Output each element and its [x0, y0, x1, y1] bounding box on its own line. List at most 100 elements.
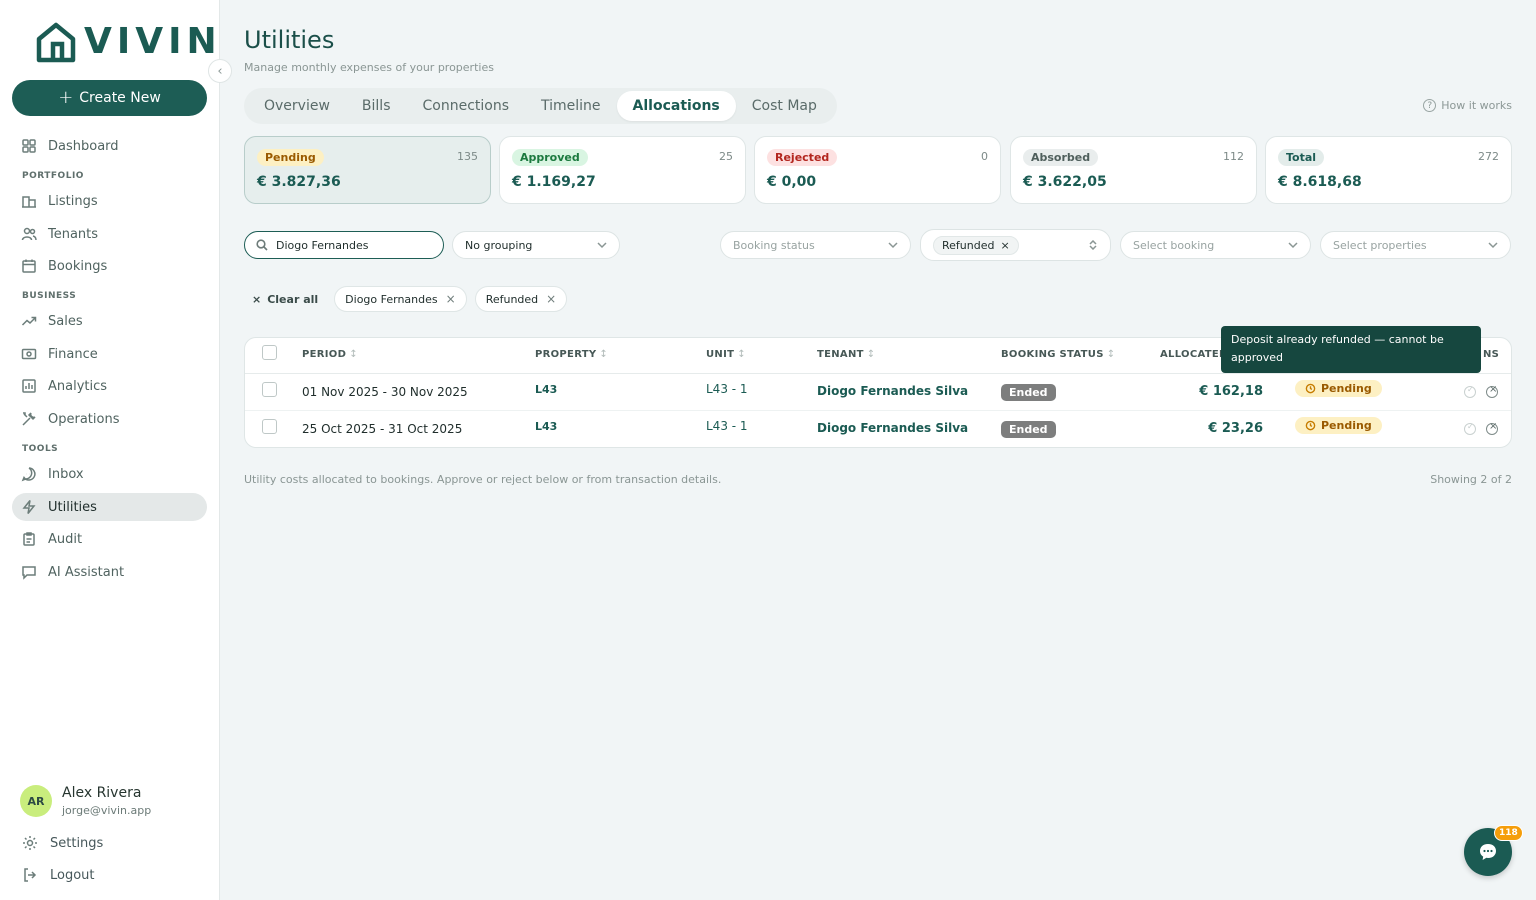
- sidebar-item-audit[interactable]: Audit: [12, 525, 207, 553]
- chat-icon: [1480, 844, 1496, 860]
- stat-card-absorbed[interactable]: Absorbed 112 € 3.622,05: [1010, 136, 1257, 204]
- stat-count: 0: [981, 150, 988, 163]
- table-footer-note: Utility costs allocated to bookings. App…: [244, 473, 722, 486]
- search-box[interactable]: [244, 231, 444, 259]
- stat-amount: € 3.622,05: [1023, 174, 1107, 190]
- calendar-icon: [22, 259, 36, 273]
- brand-name: VIVIN: [84, 21, 222, 62]
- column-unit[interactable]: UNIT ↕: [706, 349, 746, 360]
- table-row[interactable]: 01 Nov 2025 - 30 Nov 2025 L43 L43 - 1 Di…: [245, 374, 1511, 411]
- user-name: Alex Rivera: [62, 785, 142, 801]
- column-label: BOOKING STATUS: [1001, 349, 1104, 360]
- approve-icon[interactable]: [1464, 422, 1476, 435]
- settings-link[interactable]: Settings: [22, 835, 103, 851]
- sidebar-item-label: Operations: [48, 411, 120, 427]
- booking-status-select[interactable]: Booking status: [720, 231, 911, 259]
- row-checkbox[interactable]: [262, 382, 277, 397]
- user-email: jorge@vivin.app: [62, 804, 152, 817]
- sidebar-item-ai-assistant[interactable]: AI Assistant: [12, 558, 207, 586]
- tab-overview[interactable]: Overview: [248, 91, 346, 121]
- search-input[interactable]: [276, 238, 436, 252]
- collapse-sidebar-button[interactable]: ‹: [208, 59, 232, 83]
- chevron-left-icon: ‹: [217, 63, 223, 79]
- reject-icon[interactable]: [1486, 421, 1498, 435]
- sidebar-item-inbox[interactable]: Inbox: [12, 460, 207, 488]
- message-circle-icon: [21, 467, 36, 482]
- properties-select[interactable]: Select properties: [1320, 231, 1511, 259]
- tenant-link[interactable]: Diogo Fernandes Silva: [817, 384, 968, 398]
- clear-all-button[interactable]: × Clear all: [244, 293, 326, 306]
- close-icon[interactable]: ×: [446, 292, 456, 306]
- property-link[interactable]: L43: [535, 383, 557, 396]
- stat-amount: € 0,00: [767, 174, 817, 190]
- zap-icon: [22, 500, 36, 514]
- stat-card-pending[interactable]: Pending 135 € 3.827,36: [244, 136, 491, 204]
- sidebar-item-operations[interactable]: Operations: [12, 405, 207, 433]
- period-cell: 01 Nov 2025 - 30 Nov 2025: [302, 385, 468, 399]
- sidebar-item-label: Audit: [48, 531, 83, 547]
- how-it-works-link[interactable]: ? How it works: [1423, 99, 1512, 112]
- stat-card-rejected[interactable]: Rejected 0 € 0,00: [754, 136, 1001, 204]
- row-checkbox[interactable]: [262, 419, 277, 434]
- booking-select[interactable]: Select booking: [1120, 231, 1311, 259]
- sidebar-item-utilities[interactable]: Utilities: [12, 493, 207, 521]
- banknote-icon: [21, 348, 37, 360]
- property-link[interactable]: L43: [535, 420, 557, 433]
- sidebar-item-sales[interactable]: Sales: [12, 307, 207, 335]
- trending-up-icon: [21, 316, 37, 326]
- status-badge: Total: [1278, 149, 1325, 166]
- table-row[interactable]: 25 Oct 2025 - 31 Oct 2025 L43 L43 - 1 Di…: [245, 411, 1511, 447]
- tab-cost-map[interactable]: Cost Map: [736, 91, 833, 121]
- column-label: TENANT: [817, 349, 864, 360]
- grouping-select[interactable]: No grouping: [452, 231, 620, 259]
- tenant-link[interactable]: Diogo Fernandes Silva: [817, 421, 968, 435]
- tools-icon: [22, 412, 36, 426]
- tooltip: Deposit already refunded — cannot be app…: [1221, 326, 1481, 373]
- page-title: Utilities: [244, 26, 335, 54]
- tab-bar: Overview Bills Connections Timeline Allo…: [244, 88, 837, 124]
- sidebar-item-label: Tenants: [48, 226, 99, 242]
- help-icon: ?: [1423, 99, 1437, 112]
- sidebar-item-tenants[interactable]: Tenants: [12, 220, 207, 248]
- section-portfolio: PORTFOLIO: [22, 171, 84, 181]
- filter-chip-refund[interactable]: Refunded ×: [474, 286, 568, 312]
- sidebar-item-listings[interactable]: Listings: [12, 187, 207, 215]
- sidebar-item-dashboard[interactable]: Dashboard: [12, 132, 207, 160]
- brand-logo[interactable]: VIVIN: [36, 20, 222, 64]
- column-property[interactable]: PROPERTY ↕: [535, 349, 608, 360]
- sort-icon: ↕: [349, 349, 358, 360]
- sidebar-item-bookings[interactable]: Bookings: [12, 252, 207, 280]
- select-all-checkbox[interactable]: [262, 345, 277, 360]
- column-allocated[interactable]: ALLOCATED: [1160, 349, 1228, 360]
- column-period[interactable]: PERIOD ↕: [302, 349, 358, 360]
- tab-allocations[interactable]: Allocations: [616, 91, 736, 121]
- clipboard-icon: [23, 532, 35, 546]
- stat-card-approved[interactable]: Approved 25 € 1.169,27: [499, 136, 746, 204]
- approve-icon[interactable]: [1464, 385, 1476, 398]
- sort-icon: ↕: [599, 349, 609, 360]
- sidebar-item-analytics[interactable]: Analytics: [12, 372, 207, 400]
- chat-bubble-icon: [22, 566, 36, 580]
- unit-link[interactable]: L43 - 1: [706, 382, 748, 396]
- section-tools: TOOLS: [22, 444, 59, 454]
- refunded-chip-label: Refunded: [942, 238, 995, 252]
- refund-status-select[interactable]: Refunded ×: [920, 229, 1111, 261]
- unit-link[interactable]: L43 - 1: [706, 419, 748, 433]
- close-icon: ×: [252, 292, 262, 306]
- column-booking-status[interactable]: BOOKING STATUS ↕: [1001, 349, 1115, 360]
- close-icon[interactable]: ×: [546, 292, 556, 306]
- close-icon[interactable]: ×: [1000, 239, 1009, 252]
- reject-icon[interactable]: [1486, 384, 1498, 398]
- tab-timeline[interactable]: Timeline: [525, 91, 617, 121]
- user-profile[interactable]: AR Alex Rivera jorge@vivin.app: [20, 785, 151, 817]
- refunded-chip: Refunded ×: [933, 235, 1019, 255]
- create-new-button[interactable]: + Create New: [12, 80, 207, 116]
- tab-connections[interactable]: Connections: [407, 91, 526, 121]
- logout-link[interactable]: Logout: [22, 867, 95, 883]
- logout-label: Logout: [50, 867, 95, 883]
- column-tenant[interactable]: TENANT ↕: [817, 349, 875, 360]
- sidebar-item-finance[interactable]: Finance: [12, 340, 207, 368]
- tab-bills[interactable]: Bills: [346, 91, 407, 121]
- stat-card-total[interactable]: Total 272 € 8.618,68: [1265, 136, 1512, 204]
- filter-chip-tenant[interactable]: Diogo Fernandes ×: [334, 286, 467, 312]
